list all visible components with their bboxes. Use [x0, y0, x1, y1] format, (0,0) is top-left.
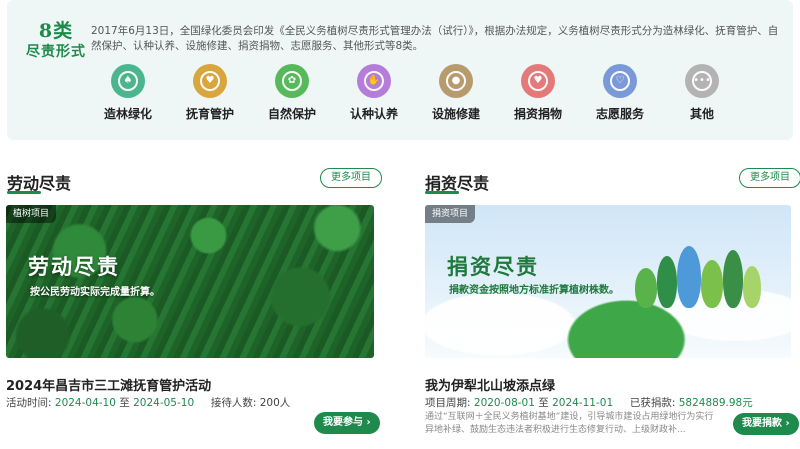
category-label: 认种认养 — [349, 107, 398, 121]
start-date: 2024-04-10 — [54, 397, 116, 409]
more-dots-icon: ••• — [685, 64, 719, 98]
icon-glyph: ♠ — [118, 71, 138, 91]
to-label: 至 — [119, 397, 130, 409]
join-button-label: 我要参与 — [323, 417, 363, 428]
period-label: 项目周期: — [425, 397, 471, 409]
location-pin-icon: ● — [439, 64, 473, 98]
capacity-label: 接待人数: — [210, 397, 257, 409]
to-label: 至 — [538, 397, 549, 409]
labor-project-tag: 植树项目 — [6, 205, 57, 223]
chevron-right-icon: › — [785, 418, 790, 429]
end-date: 2024-05-10 — [133, 397, 195, 409]
category-label: 志愿服务 — [595, 107, 644, 121]
icon-glyph: ♡ — [610, 71, 630, 91]
category-list: ♠ 造林绿化 ♥ 抚育管护 ✿ 自然保护 ✋ 认种认养 ● 设施修建 ♥ 捐资捐物 ♡ 志愿服务 ••• 其他 — [87, 64, 743, 122]
donate-button[interactable]: 我要捐款 › — [733, 413, 799, 435]
raised-value: 5824889.98元 — [678, 397, 753, 409]
donation-project-meta: 项目周期: 2020-08-01 至 2024-11-01 已获捐款: 5824… — [425, 395, 753, 410]
labor-more-projects-button[interactable]: 更多项目 — [320, 168, 382, 188]
labor-project-title[interactable]: 2024年昌吉市三工滩抚育管护活动 — [6, 375, 211, 394]
banner-heading-sub: 尽责形式 — [26, 44, 86, 60]
donation-image-subtitle: 捐款资金按照地方标准折算植树株数。 — [449, 285, 619, 296]
category-item[interactable]: ✋ 认种认养 — [333, 64, 415, 122]
tree-illustration — [677, 246, 701, 308]
labor-project-meta: 活动时间: 2024-04-10 至 2024-05-10 接待人数: 200人 — [6, 395, 290, 410]
capacity-value: 200人 — [259, 397, 291, 409]
raised-label: 已获捐款: — [629, 397, 676, 409]
tree-illustration — [743, 266, 761, 308]
donation-project-title[interactable]: 我为伊犁北山坡添点绿 — [425, 375, 555, 394]
category-item[interactable]: ♥ 抚育管护 — [169, 64, 251, 122]
donation-project-description: 通过“互联网＋全民义务植树基地”建设，引导城市建设占用绿地行为实行异地补绿、鼓励… — [425, 412, 714, 435]
category-item[interactable]: ♠ 造林绿化 — [87, 64, 169, 122]
join-button[interactable]: 我要参与 › — [314, 412, 380, 434]
donation-project-tag: 捐资项目 — [425, 205, 476, 223]
labor-image-subtitle: 按公民劳动实际完成量折算。 — [30, 287, 160, 298]
category-label: 设施修建 — [431, 107, 480, 121]
category-item[interactable]: ✿ 自然保护 — [251, 64, 333, 122]
tree-illustration — [635, 268, 657, 308]
icon-glyph: ♥ — [200, 71, 220, 91]
tree-icon: ♠ — [111, 64, 145, 98]
category-label: 其他 — [689, 107, 714, 121]
icon-glyph: ✿ — [282, 71, 302, 91]
icon-glyph: ● — [446, 71, 466, 91]
category-label: 捐资捐物 — [513, 107, 562, 121]
tree-illustration — [723, 250, 743, 308]
leaf-icon: ✿ — [275, 64, 309, 98]
trees-category-banner: 8类 尽责形式 2017年6月13日，全国绿化委员会印发《全民义务植树尽责形式管… — [7, 0, 793, 140]
category-item[interactable]: ♡ 志愿服务 — [579, 64, 661, 122]
donate-button-label: 我要捐款 — [742, 418, 782, 429]
category-label: 自然保护 — [267, 107, 316, 121]
time-label: 活动时间: — [6, 397, 52, 409]
donation-image-title: 捐资尽责 — [447, 254, 539, 279]
labor-project-image[interactable]: 植树项目 劳动尽责 按公民劳动实际完成量折算。 — [6, 205, 374, 358]
end-date: 2024-11-01 — [552, 397, 614, 409]
hand-heart-icon: ♥ — [521, 64, 555, 98]
tree-illustration — [701, 260, 723, 308]
category-item[interactable]: ♥ 捐资捐物 — [497, 64, 579, 122]
icon-glyph: ••• — [692, 71, 712, 91]
shield-icon: ♥ — [193, 64, 227, 98]
category-item[interactable]: ● 设施修建 — [415, 64, 497, 122]
hand-seed-icon: ✋ — [357, 64, 391, 98]
tree-illustration — [657, 256, 677, 308]
labor-title-underline — [7, 191, 41, 194]
chevron-right-icon: › — [366, 417, 371, 428]
banner-heading: 8类 尽责形式 — [25, 20, 87, 62]
donation-more-projects-button[interactable]: 更多项目 — [739, 168, 800, 188]
start-date: 2020-08-01 — [473, 397, 535, 409]
donation-title-underline — [425, 191, 459, 194]
category-label: 抚育管护 — [185, 107, 234, 121]
heart-icon: ♡ — [603, 64, 637, 98]
category-item[interactable]: ••• 其他 — [661, 64, 743, 122]
banner-heading-count: 8类 — [38, 20, 74, 42]
icon-glyph: ♥ — [528, 71, 548, 91]
icon-glyph: ✋ — [364, 71, 384, 91]
category-label: 造林绿化 — [103, 107, 152, 121]
labor-image-title: 劳动尽责 — [28, 254, 120, 279]
donation-project-image[interactable]: 捐资项目 捐资尽责 捐款资金按照地方标准折算植树株数。 — [425, 205, 791, 358]
banner-description: 2017年6月13日，全国绿化委员会印发《全民义务植树尽责形式管理办法（试行）》… — [91, 25, 779, 52]
